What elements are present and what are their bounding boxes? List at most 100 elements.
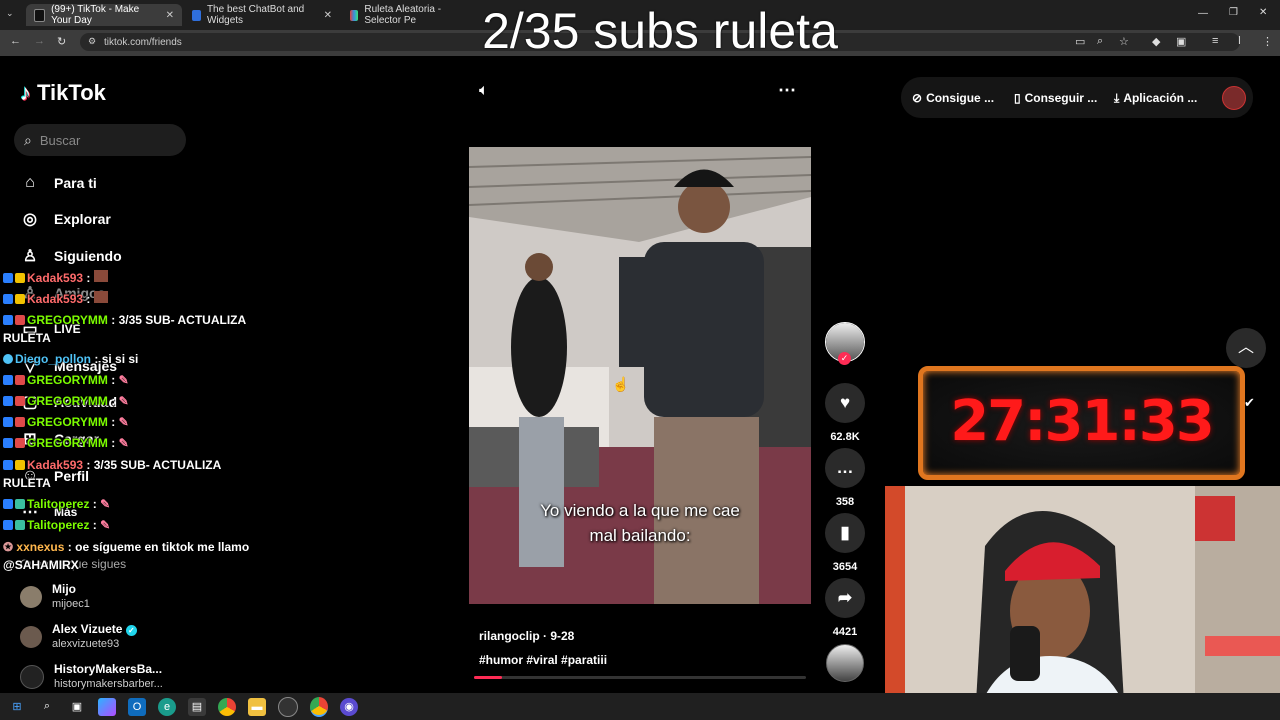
button-label: Consigue ... (926, 91, 995, 105)
button-label: Conseguir ... (1024, 91, 1098, 105)
chat-text: 3/35 SUB- ACTUALIZA (93, 458, 222, 472)
chat-message: GREGORYMM : ✎ (3, 414, 129, 430)
follow-check-icon[interactable]: ✓ (838, 352, 851, 365)
forward-icon[interactable]: → (34, 35, 45, 47)
zoom-icon[interactable]: ⌕ (1097, 35, 1103, 48)
video-progress-bar[interactable] (474, 676, 806, 679)
tab-list-icon[interactable]: ⌄ (6, 8, 14, 19)
nav-explorar[interactable]: ◎ Explorar (20, 206, 111, 232)
bookmark-star-icon[interactable]: ☆ (1119, 35, 1129, 48)
nav-siguiendo[interactable]: ♙ Siguiendo (20, 243, 122, 269)
emote-icon (94, 291, 109, 303)
tab-chatbot[interactable]: The best ChatBot and Widgets ✕ (184, 4, 340, 26)
video-hashtags[interactable]: #humor #viral #paratiii (479, 653, 607, 667)
chat-text: RULETA (3, 476, 51, 490)
emote-icon: ✎ (118, 436, 129, 450)
home-icon: ⌂ (25, 174, 35, 191)
share-icon: ➦ (825, 578, 865, 618)
get-app-button[interactable]: ▯ Conseguir ... (1014, 88, 1097, 108)
copilot-icon[interactable] (98, 697, 116, 716)
account-handle: historymakersbarber... (54, 678, 163, 690)
chat-user: Talitoperez (27, 518, 90, 532)
chat-message: GREGORYMM : ✎ (3, 372, 129, 388)
chat-sep: : (89, 518, 97, 532)
video-options-icon[interactable]: ⋯ (778, 80, 796, 101)
following-account[interactable]: Mijo mijoec1 (20, 582, 90, 611)
search-input[interactable]: ⌕ Buscar (14, 124, 186, 156)
search-taskbar-icon[interactable]: ⌕ (38, 698, 56, 716)
chevron-up-icon: ︿ (1237, 339, 1254, 356)
chat-sep: : (64, 540, 72, 554)
download-icon: ⤓ (1114, 90, 1120, 105)
video-author[interactable]: rilangoclip · 9-28 (479, 629, 574, 643)
heart-icon: ♥ (825, 383, 865, 423)
chat-user-emote-icon: ✪ (3, 540, 14, 554)
emote-icon (94, 270, 109, 282)
back-icon[interactable]: ← (10, 35, 21, 47)
check-icon[interactable]: ✔ (1244, 395, 1255, 411)
user-avatar[interactable] (1222, 86, 1246, 110)
minimize-icon[interactable]: — (1198, 8, 1208, 19)
chat-sep: : (83, 271, 91, 285)
chrome-active-icon[interactable] (310, 696, 328, 717)
following-account[interactable]: HistoryMakersBa... historymakersbarber... (20, 662, 163, 691)
chrome-menu-icon[interactable]: ⋮ (1262, 35, 1273, 48)
chat-user: xxnexus (16, 540, 65, 554)
chat-message: RULETA (3, 475, 51, 491)
save-action[interactable]: ▮ 3654 (825, 513, 865, 573)
chat-sep: : (91, 352, 99, 366)
like-count: 62.8K (830, 431, 860, 443)
windows-start-icon[interactable]: ⊞ (8, 698, 26, 716)
task-view-icon[interactable]: ▣ (68, 698, 86, 716)
chat-text: oe sígueme en tiktok me llamo (75, 540, 250, 554)
media-queue-icon[interactable]: ≡ (1212, 35, 1218, 47)
file-explorer-icon[interactable]: ▬ (248, 697, 266, 716)
following-account[interactable]: Alex Vizuete ✓ alexvizuete93 (20, 622, 137, 651)
cast-icon[interactable]: ▭ (1075, 35, 1085, 48)
chat-user: GREGORYMM (27, 415, 108, 429)
chrome-icon[interactable] (218, 697, 236, 716)
nav-para-ti[interactable]: ⌂ Para ti (20, 170, 97, 196)
chat-text: @SAHAMIRX (3, 558, 79, 572)
extensions-puzzle-icon[interactable]: ▣ (1176, 35, 1186, 48)
webcam-feed (885, 486, 1280, 720)
scroll-up-button[interactable]: ︿ (1226, 328, 1266, 368)
chat-user: Talitoperez (27, 497, 90, 511)
tab-tiktok[interactable]: (99+) TikTok - Make Your Day ✕ (26, 4, 182, 26)
chat-user: Kadak593 (27, 271, 84, 285)
obs-icon[interactable] (278, 696, 298, 717)
get-coins-button[interactable]: ⊘ Consigue ... (912, 88, 994, 108)
chat-message: GREGORYMM : 3/35 SUB- ACTUALIZA (3, 312, 246, 328)
sound-disc-icon[interactable] (826, 644, 864, 682)
profile-icon[interactable]: ǀ (1238, 35, 1241, 47)
emote-icon: ✎ (118, 415, 129, 429)
close-window-icon[interactable]: ✕ (1259, 7, 1267, 18)
reload-icon[interactable]: ↻ (57, 35, 66, 48)
share-action[interactable]: ➦ 4421 (825, 578, 865, 638)
chat-message: @SAHAMIRX (3, 557, 79, 573)
chat-text: si si si (101, 352, 139, 366)
close-tab-icon[interactable]: ✕ (324, 10, 332, 21)
chat-message: Kadak593 : (3, 291, 109, 307)
app-icon[interactable]: ◉ (340, 697, 358, 716)
following-icon: ♙ (22, 248, 38, 265)
chat-sep: : (107, 436, 116, 450)
url-text: tiktok.com/friends (104, 36, 182, 48)
account-handle: alexvizuete93 (52, 638, 120, 650)
store-icon[interactable]: ▤ (188, 697, 206, 716)
outlook-icon[interactable]: O (128, 697, 146, 716)
chat-user: Diego_pollon (15, 352, 91, 366)
chat-message: GREGORYMM : ✎ (3, 435, 129, 451)
comment-action[interactable]: … 358 (825, 448, 865, 508)
chat-text: RULETA (3, 331, 51, 345)
tiktok-logo[interactable]: ♪ TikTok (20, 80, 106, 106)
maximize-icon[interactable]: ❐ (1229, 7, 1238, 18)
extension-diamond-icon[interactable]: ◆ (1152, 35, 1160, 48)
chat-message: GREGORYMM : ✎ (3, 393, 129, 409)
desktop-app-button[interactable]: ⤓ Aplicación ... (1114, 88, 1197, 108)
like-action[interactable]: ♥ 62.8K (825, 383, 865, 443)
volume-icon[interactable]: 🔈︎ (479, 82, 489, 100)
site-info-icon[interactable]: ⚙ (88, 36, 96, 47)
edge-icon[interactable]: e (158, 697, 176, 716)
close-tab-icon[interactable]: ✕ (166, 10, 174, 21)
